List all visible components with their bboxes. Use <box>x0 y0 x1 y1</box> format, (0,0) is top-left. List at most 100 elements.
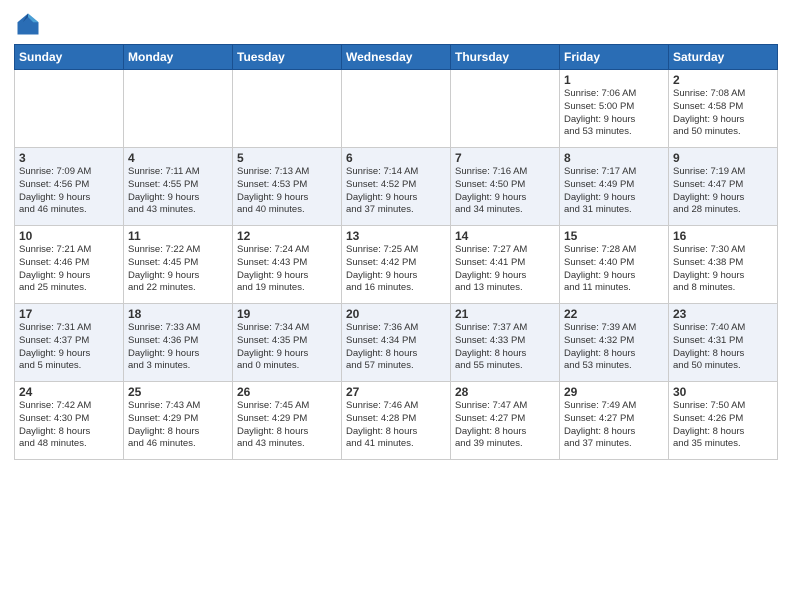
day-number: 1 <box>564 73 664 87</box>
day-info: Sunrise: 7:16 AM Sunset: 4:50 PM Dayligh… <box>455 166 555 217</box>
calendar-cell: 4Sunrise: 7:11 AM Sunset: 4:55 PM Daylig… <box>124 148 233 226</box>
calendar-cell: 28Sunrise: 7:47 AM Sunset: 4:27 PM Dayli… <box>451 382 560 460</box>
weekday-header-saturday: Saturday <box>669 45 778 70</box>
logo-icon <box>14 10 42 38</box>
calendar-cell: 24Sunrise: 7:42 AM Sunset: 4:30 PM Dayli… <box>15 382 124 460</box>
calendar-cell <box>451 70 560 148</box>
calendar-cell <box>124 70 233 148</box>
day-info: Sunrise: 7:50 AM Sunset: 4:26 PM Dayligh… <box>673 400 773 451</box>
day-info: Sunrise: 7:11 AM Sunset: 4:55 PM Dayligh… <box>128 166 228 217</box>
day-number: 27 <box>346 385 446 399</box>
day-number: 13 <box>346 229 446 243</box>
header <box>14 10 778 38</box>
calendar-cell: 7Sunrise: 7:16 AM Sunset: 4:50 PM Daylig… <box>451 148 560 226</box>
calendar-cell: 27Sunrise: 7:46 AM Sunset: 4:28 PM Dayli… <box>342 382 451 460</box>
calendar-cell <box>233 70 342 148</box>
day-number: 16 <box>673 229 773 243</box>
day-number: 8 <box>564 151 664 165</box>
day-info: Sunrise: 7:25 AM Sunset: 4:42 PM Dayligh… <box>346 244 446 295</box>
day-info: Sunrise: 7:36 AM Sunset: 4:34 PM Dayligh… <box>346 322 446 373</box>
day-info: Sunrise: 7:42 AM Sunset: 4:30 PM Dayligh… <box>19 400 119 451</box>
day-number: 21 <box>455 307 555 321</box>
weekday-header-friday: Friday <box>560 45 669 70</box>
calendar-week-5: 24Sunrise: 7:42 AM Sunset: 4:30 PM Dayli… <box>15 382 778 460</box>
weekday-header-wednesday: Wednesday <box>342 45 451 70</box>
day-info: Sunrise: 7:14 AM Sunset: 4:52 PM Dayligh… <box>346 166 446 217</box>
weekday-header-thursday: Thursday <box>451 45 560 70</box>
calendar-cell: 8Sunrise: 7:17 AM Sunset: 4:49 PM Daylig… <box>560 148 669 226</box>
day-info: Sunrise: 7:34 AM Sunset: 4:35 PM Dayligh… <box>237 322 337 373</box>
calendar-cell: 30Sunrise: 7:50 AM Sunset: 4:26 PM Dayli… <box>669 382 778 460</box>
day-info: Sunrise: 7:33 AM Sunset: 4:36 PM Dayligh… <box>128 322 228 373</box>
logo <box>14 10 44 38</box>
day-info: Sunrise: 7:13 AM Sunset: 4:53 PM Dayligh… <box>237 166 337 217</box>
day-info: Sunrise: 7:27 AM Sunset: 4:41 PM Dayligh… <box>455 244 555 295</box>
day-info: Sunrise: 7:37 AM Sunset: 4:33 PM Dayligh… <box>455 322 555 373</box>
calendar-cell: 9Sunrise: 7:19 AM Sunset: 4:47 PM Daylig… <box>669 148 778 226</box>
day-number: 25 <box>128 385 228 399</box>
day-info: Sunrise: 7:43 AM Sunset: 4:29 PM Dayligh… <box>128 400 228 451</box>
calendar-week-2: 3Sunrise: 7:09 AM Sunset: 4:56 PM Daylig… <box>15 148 778 226</box>
calendar-cell: 25Sunrise: 7:43 AM Sunset: 4:29 PM Dayli… <box>124 382 233 460</box>
page: SundayMondayTuesdayWednesdayThursdayFrid… <box>0 0 792 612</box>
calendar-cell: 13Sunrise: 7:25 AM Sunset: 4:42 PM Dayli… <box>342 226 451 304</box>
day-number: 11 <box>128 229 228 243</box>
day-number: 6 <box>346 151 446 165</box>
day-info: Sunrise: 7:39 AM Sunset: 4:32 PM Dayligh… <box>564 322 664 373</box>
day-number: 22 <box>564 307 664 321</box>
calendar-table: SundayMondayTuesdayWednesdayThursdayFrid… <box>14 44 778 460</box>
calendar-cell: 14Sunrise: 7:27 AM Sunset: 4:41 PM Dayli… <box>451 226 560 304</box>
day-number: 29 <box>564 385 664 399</box>
day-number: 18 <box>128 307 228 321</box>
day-info: Sunrise: 7:09 AM Sunset: 4:56 PM Dayligh… <box>19 166 119 217</box>
calendar-cell: 2Sunrise: 7:08 AM Sunset: 4:58 PM Daylig… <box>669 70 778 148</box>
calendar-cell <box>15 70 124 148</box>
day-number: 19 <box>237 307 337 321</box>
day-number: 23 <box>673 307 773 321</box>
weekday-header-monday: Monday <box>124 45 233 70</box>
day-info: Sunrise: 7:47 AM Sunset: 4:27 PM Dayligh… <box>455 400 555 451</box>
day-number: 9 <box>673 151 773 165</box>
calendar-cell: 17Sunrise: 7:31 AM Sunset: 4:37 PM Dayli… <box>15 304 124 382</box>
calendar-week-1: 1Sunrise: 7:06 AM Sunset: 5:00 PM Daylig… <box>15 70 778 148</box>
calendar-cell: 18Sunrise: 7:33 AM Sunset: 4:36 PM Dayli… <box>124 304 233 382</box>
day-info: Sunrise: 7:08 AM Sunset: 4:58 PM Dayligh… <box>673 88 773 139</box>
day-number: 10 <box>19 229 119 243</box>
day-info: Sunrise: 7:30 AM Sunset: 4:38 PM Dayligh… <box>673 244 773 295</box>
day-number: 20 <box>346 307 446 321</box>
day-info: Sunrise: 7:21 AM Sunset: 4:46 PM Dayligh… <box>19 244 119 295</box>
calendar-week-4: 17Sunrise: 7:31 AM Sunset: 4:37 PM Dayli… <box>15 304 778 382</box>
calendar-cell: 15Sunrise: 7:28 AM Sunset: 4:40 PM Dayli… <box>560 226 669 304</box>
day-number: 2 <box>673 73 773 87</box>
day-info: Sunrise: 7:24 AM Sunset: 4:43 PM Dayligh… <box>237 244 337 295</box>
day-number: 26 <box>237 385 337 399</box>
calendar-cell: 22Sunrise: 7:39 AM Sunset: 4:32 PM Dayli… <box>560 304 669 382</box>
day-number: 15 <box>564 229 664 243</box>
calendar-cell: 16Sunrise: 7:30 AM Sunset: 4:38 PM Dayli… <box>669 226 778 304</box>
day-number: 12 <box>237 229 337 243</box>
day-info: Sunrise: 7:49 AM Sunset: 4:27 PM Dayligh… <box>564 400 664 451</box>
calendar-cell: 11Sunrise: 7:22 AM Sunset: 4:45 PM Dayli… <box>124 226 233 304</box>
weekday-header-sunday: Sunday <box>15 45 124 70</box>
calendar-cell: 1Sunrise: 7:06 AM Sunset: 5:00 PM Daylig… <box>560 70 669 148</box>
day-info: Sunrise: 7:45 AM Sunset: 4:29 PM Dayligh… <box>237 400 337 451</box>
day-number: 17 <box>19 307 119 321</box>
calendar-cell: 19Sunrise: 7:34 AM Sunset: 4:35 PM Dayli… <box>233 304 342 382</box>
day-number: 14 <box>455 229 555 243</box>
day-info: Sunrise: 7:28 AM Sunset: 4:40 PM Dayligh… <box>564 244 664 295</box>
calendar-cell: 21Sunrise: 7:37 AM Sunset: 4:33 PM Dayli… <box>451 304 560 382</box>
day-number: 24 <box>19 385 119 399</box>
weekday-header-row: SundayMondayTuesdayWednesdayThursdayFrid… <box>15 45 778 70</box>
day-info: Sunrise: 7:06 AM Sunset: 5:00 PM Dayligh… <box>564 88 664 139</box>
day-info: Sunrise: 7:31 AM Sunset: 4:37 PM Dayligh… <box>19 322 119 373</box>
day-number: 4 <box>128 151 228 165</box>
day-info: Sunrise: 7:19 AM Sunset: 4:47 PM Dayligh… <box>673 166 773 217</box>
day-info: Sunrise: 7:22 AM Sunset: 4:45 PM Dayligh… <box>128 244 228 295</box>
calendar-cell <box>342 70 451 148</box>
weekday-header-tuesday: Tuesday <box>233 45 342 70</box>
calendar-cell: 10Sunrise: 7:21 AM Sunset: 4:46 PM Dayli… <box>15 226 124 304</box>
calendar-cell: 29Sunrise: 7:49 AM Sunset: 4:27 PM Dayli… <box>560 382 669 460</box>
day-info: Sunrise: 7:40 AM Sunset: 4:31 PM Dayligh… <box>673 322 773 373</box>
day-number: 30 <box>673 385 773 399</box>
day-info: Sunrise: 7:46 AM Sunset: 4:28 PM Dayligh… <box>346 400 446 451</box>
